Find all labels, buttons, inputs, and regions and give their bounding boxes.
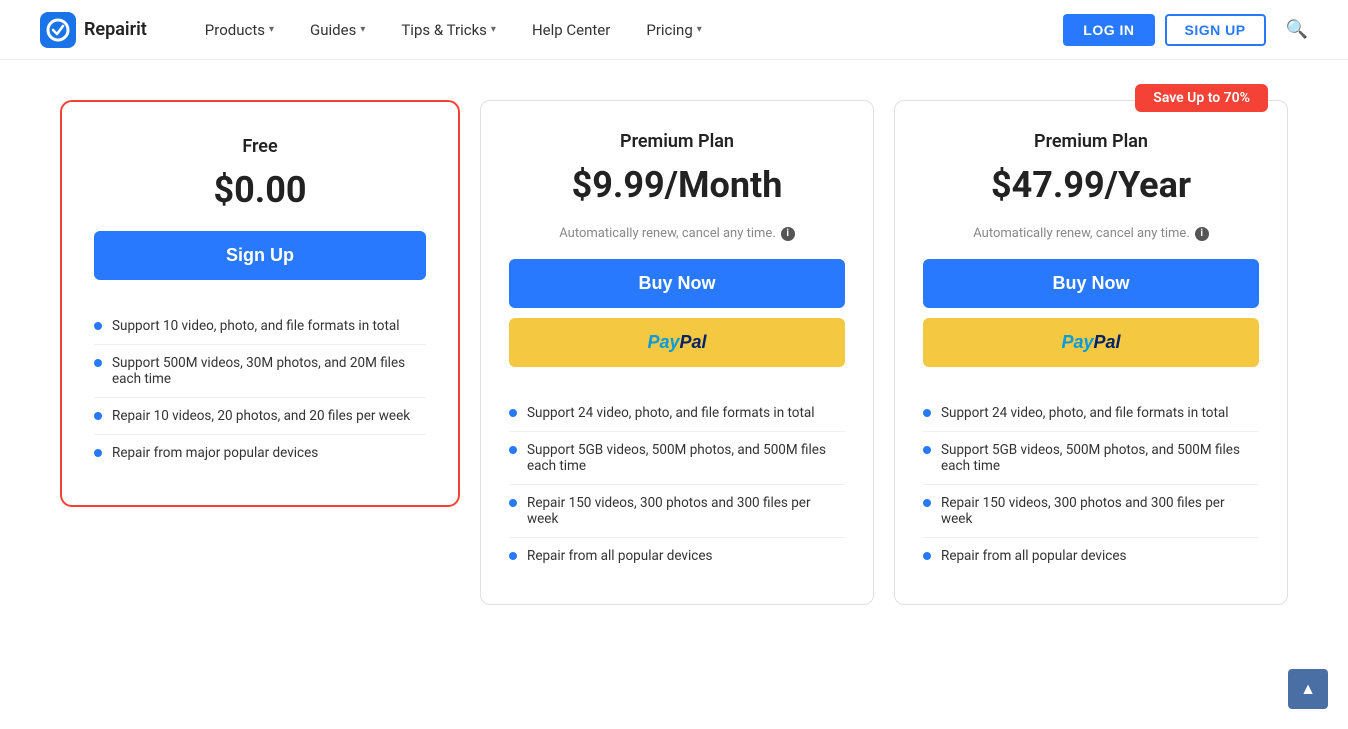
chevron-down-icon: ▾ — [269, 24, 274, 35]
bullet-dot — [94, 359, 102, 367]
list-item: Repair from all popular devices — [923, 538, 1259, 574]
main-nav: Products ▾ Guides ▾ Tips & Tricks ▾ Help… — [187, 0, 1063, 60]
chevron-down-icon: ▾ — [491, 24, 496, 35]
yearly-plan-card-inner: Premium Plan $47.99/Year Automatically r… — [894, 100, 1288, 605]
bullet-dot — [923, 446, 931, 454]
free-plan-card: Free $0.00 Sign Up Support 10 video, pho… — [60, 100, 460, 507]
list-item: Support 10 video, photo, and file format… — [94, 308, 426, 345]
paypal-logo: PayPal — [1061, 332, 1120, 353]
list-item: Support 5GB videos, 500M photos, and 500… — [509, 432, 845, 485]
pricing-section: Free $0.00 Sign Up Support 10 video, pho… — [0, 60, 1348, 645]
info-icon: i — [1195, 227, 1209, 241]
save-badge: Save Up to 70% — [1135, 84, 1268, 112]
yearly-plan-features: Support 24 video, photo, and file format… — [923, 395, 1259, 574]
monthly-plan-name: Premium Plan — [620, 131, 734, 152]
bullet-dot — [923, 499, 931, 507]
nav-item-guides[interactable]: Guides ▾ — [292, 0, 383, 60]
monthly-plan-price: $9.99/Month — [572, 164, 783, 206]
nav-item-help[interactable]: Help Center — [514, 0, 628, 60]
list-item: Support 5GB videos, 500M photos, and 500… — [923, 432, 1259, 485]
yearly-plan-card: Save Up to 70% Premium Plan $47.99/Year … — [894, 100, 1288, 605]
bullet-dot — [923, 552, 931, 560]
yearly-plan-note: Automatically renew, cancel any time. i — [973, 226, 1209, 241]
nav-item-pricing[interactable]: Pricing ▾ — [628, 0, 719, 60]
bullet-dot — [94, 322, 102, 330]
free-plan-price: $0.00 — [213, 169, 306, 211]
list-item: Repair 10 videos, 20 photos, and 20 file… — [94, 398, 426, 435]
free-plan-name: Free — [242, 136, 277, 157]
yearly-paypal-button[interactable]: PayPal — [923, 318, 1259, 367]
logo-text: Repairit — [84, 19, 147, 40]
chevron-down-icon: ▾ — [697, 24, 702, 35]
list-item: Repair 150 videos, 300 photos and 300 fi… — [509, 485, 845, 538]
paypal-logo: PayPal — [647, 332, 706, 353]
logo[interactable]: Repairit — [40, 12, 147, 48]
search-icon[interactable]: 🔍 — [1286, 19, 1308, 40]
monthly-paypal-button[interactable]: PayPal — [509, 318, 845, 367]
bullet-dot — [94, 449, 102, 457]
bullet-dot — [94, 412, 102, 420]
yearly-plan-cta[interactable]: Buy Now — [923, 259, 1259, 308]
bullet-dot — [509, 499, 517, 507]
monthly-plan-cta[interactable]: Buy Now — [509, 259, 845, 308]
chevron-down-icon: ▾ — [360, 24, 365, 35]
monthly-plan-features: Support 24 video, photo, and file format… — [509, 395, 845, 574]
monthly-plan-card: Premium Plan $9.99/Month Automatically r… — [480, 100, 874, 605]
bullet-dot — [509, 446, 517, 454]
bullet-dot — [509, 552, 517, 560]
list-item: Repair from major popular devices — [94, 435, 426, 471]
yearly-plan-name: Premium Plan — [1034, 131, 1148, 152]
free-plan-features: Support 10 video, photo, and file format… — [94, 308, 426, 471]
logo-icon — [40, 12, 76, 48]
signup-button[interactable]: SIGN UP — [1165, 14, 1266, 46]
free-plan-cta[interactable]: Sign Up — [94, 231, 426, 280]
login-button[interactable]: LOG IN — [1063, 14, 1154, 46]
header-actions: LOG IN SIGN UP 🔍 — [1063, 14, 1308, 46]
free-plan-card-inner: Free $0.00 Sign Up Support 10 video, pho… — [66, 106, 454, 501]
bullet-dot — [509, 409, 517, 417]
monthly-plan-note: Automatically renew, cancel any time. i — [559, 226, 795, 241]
list-item: Support 24 video, photo, and file format… — [509, 395, 845, 432]
yearly-plan-price: $47.99/Year — [991, 164, 1191, 206]
list-item: Repair from all popular devices — [509, 538, 845, 574]
list-item: Support 500M videos, 30M photos, and 20M… — [94, 345, 426, 398]
info-icon: i — [781, 227, 795, 241]
list-item: Support 24 video, photo, and file format… — [923, 395, 1259, 432]
header: Repairit Products ▾ Guides ▾ Tips & Tric… — [0, 0, 1348, 60]
list-item: Repair 150 videos, 300 photos and 300 fi… — [923, 485, 1259, 538]
monthly-plan-card-inner: Premium Plan $9.99/Month Automatically r… — [480, 100, 874, 605]
bullet-dot — [923, 409, 931, 417]
scroll-to-top-button[interactable]: ▲ — [1288, 669, 1328, 709]
nav-item-products[interactable]: Products ▾ — [187, 0, 292, 60]
nav-item-tips[interactable]: Tips & Tricks ▾ — [383, 0, 514, 60]
